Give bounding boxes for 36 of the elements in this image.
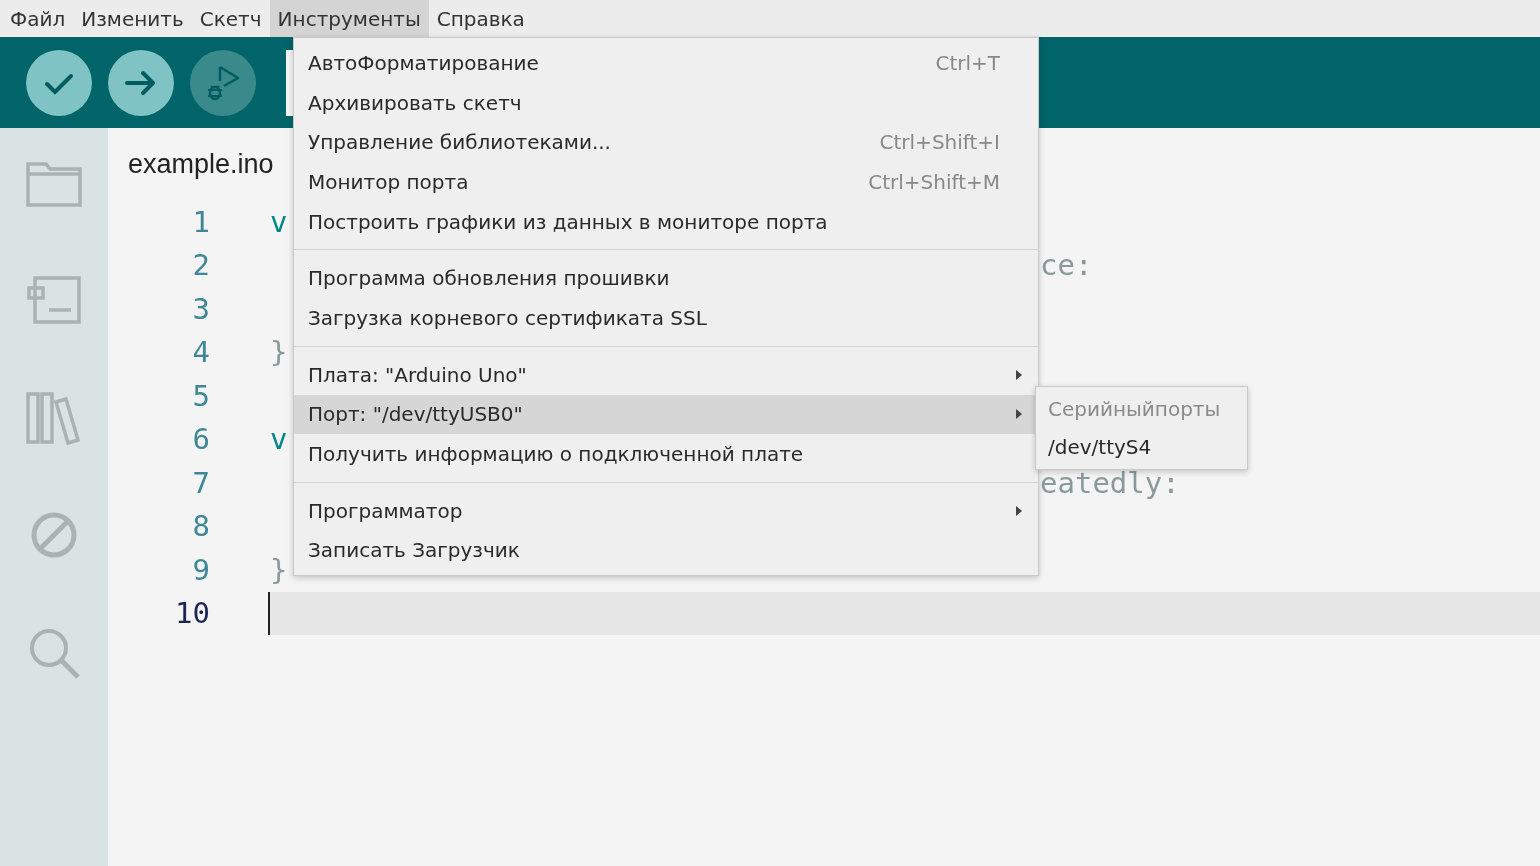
line-number: 5 [191,378,211,413]
menu-bar-item[interactable]: Изменить [73,0,192,37]
line-number: 7 [191,465,211,500]
code-text: } [270,552,288,587]
line-number: 8 [191,509,211,544]
menu-bar-item[interactable]: Скетч [191,0,270,37]
menu-item[interactable]: АвтоФорматирование Ctrl+T [294,43,1038,83]
line-number: 3 [191,291,211,326]
line-number: 2 [191,248,211,283]
submenu-item[interactable]: /dev/ttyS4 [1036,428,1247,466]
menu-item[interactable]: Архивировать скетч [294,82,1038,123]
line-number: 9 [191,552,211,587]
menu-item[interactable]: Порт: "/dev/ttyUSB0" [294,394,1038,435]
menu-item[interactable]: Загрузка корневого сертификата SSL [294,298,1038,338]
code-text: v [270,422,288,457]
line-number: 10 [174,596,211,631]
menu-item[interactable]: Программатор [294,490,1038,531]
file-tab[interactable]: example.ino [128,148,274,180]
menu-item[interactable]: Монитор порта Ctrl+Shift+M [294,162,1038,202]
submenu-header: Серийныйпорты [1047,396,1222,423]
code-text: } [270,335,288,370]
menu-item[interactable]: Программа обновления прошивки [294,258,1038,299]
menu-bar-item[interactable]: Файл [2,0,74,37]
menu-item[interactable]: Построить графики из данных в мониторе порта [294,201,1038,242]
code-text: ce: [1040,248,1093,283]
line-number: 1 [191,204,211,239]
menu-bar-item[interactable]: Инструменты [269,0,429,37]
line-number: 4 [191,335,211,370]
menu-item[interactable]: Управление библиотеками... Ctrl+Shift+I [294,122,1038,163]
menu-item[interactable]: Получить информацию о подключенной плате [294,434,1038,474]
menu-item[interactable]: Плата: "Arduino Uno" [294,354,1038,395]
line-number: 6 [191,422,211,457]
menu-bar-item[interactable]: Справка [428,0,533,37]
code-text: eatedly: [1040,465,1180,500]
code-text: v [270,204,288,239]
menu-item[interactable]: Записать Загрузчик [294,530,1038,571]
